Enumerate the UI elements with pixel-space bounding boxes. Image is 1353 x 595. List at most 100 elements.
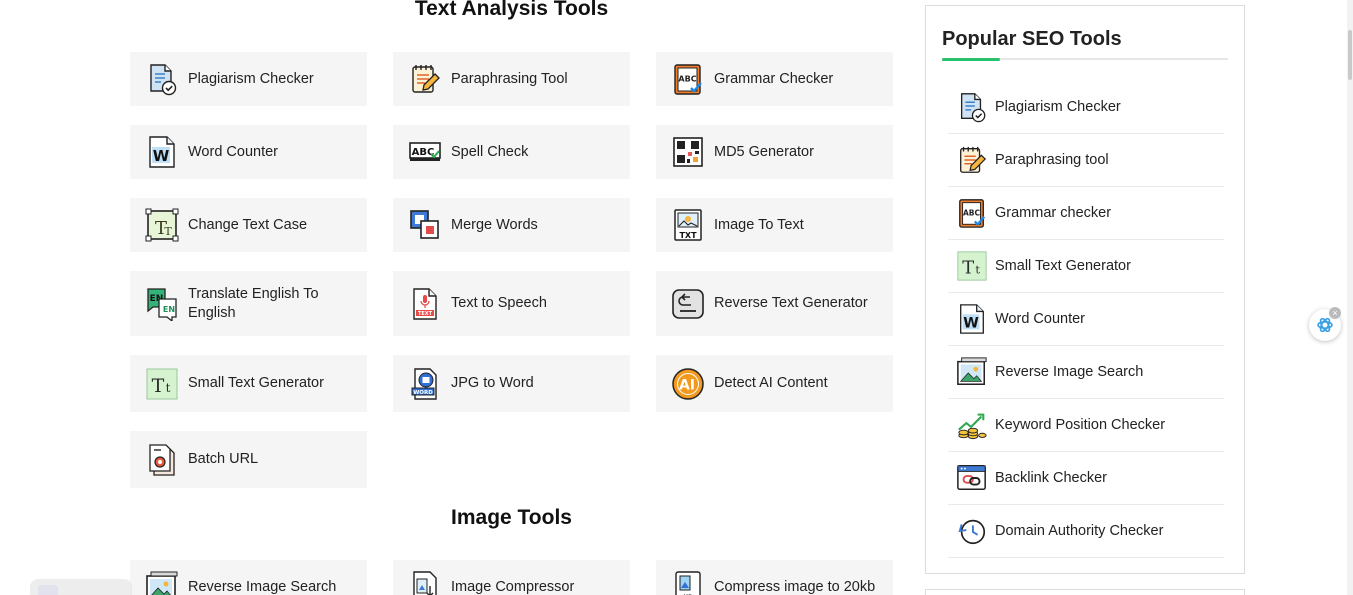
- tool-label: Word Counter: [188, 143, 278, 160]
- ai-detect-icon: AI: [672, 367, 704, 400]
- jpg-word-icon: WORD: [411, 367, 437, 400]
- tool-card-grammar-checker[interactable]: ABC Grammar Checker: [656, 52, 893, 106]
- scrollbar-thumb[interactable]: [1348, 30, 1352, 80]
- sidebar-item-small-text-generator[interactable]: Tt Small Text Generator: [948, 240, 1224, 293]
- page-scrollbar[interactable]: [1347, 0, 1353, 595]
- tool-label: Image To Text: [714, 216, 804, 233]
- svg-text:TXT: TXT: [679, 231, 697, 240]
- tool-card-image-to-text[interactable]: TXT Image To Text: [656, 198, 893, 252]
- notepad-pencil-icon: [412, 65, 440, 93]
- section-title-text-analysis: Text Analysis Tools: [414, 0, 609, 20]
- svg-text:ABC: ABC: [963, 208, 981, 217]
- sidebar-item-label: Grammar checker: [995, 205, 1112, 221]
- overlay-badge: [30, 579, 132, 595]
- sidebar-item-backlink-checker[interactable]: Backlink Checker: [948, 452, 1224, 505]
- reverse-arrow-icon: [672, 288, 704, 319]
- tool-label: Change Text Case: [188, 216, 308, 233]
- image-20kb-icon: KB: [675, 571, 701, 595]
- tool-label: Spell Check: [451, 143, 529, 160]
- tool-label: Reverse Text Generator: [714, 295, 868, 311]
- tool-card-spell-check[interactable]: ABC Spell Check: [393, 125, 630, 179]
- sidebar-item-word-counter[interactable]: W Word Counter: [948, 293, 1224, 346]
- notepad-pencil-icon: [960, 146, 987, 173]
- link-browser-icon: [957, 465, 986, 491]
- widget-close-icon[interactable]: ×: [1329, 307, 1341, 319]
- translate-en-icon: ENEN: [147, 287, 177, 321]
- tool-card-plagiarism-checker[interactable]: Plagiarism Checker: [130, 52, 367, 106]
- image-compress-icon: [413, 571, 437, 595]
- sidebar-item-label: Word Counter: [995, 311, 1085, 327]
- qr-code-icon: [673, 137, 703, 167]
- document-check-icon: [150, 64, 177, 96]
- tool-card-merge-words[interactable]: Merge Words: [393, 198, 630, 252]
- page: Text Analysis Tools Plagiarism Checker Pa…: [0, 0, 1353, 595]
- tool-card-change-text-case[interactable]: T T Change Text Case: [130, 198, 367, 252]
- abc-check-icon: ABC: [674, 64, 702, 95]
- svg-text:t: t: [975, 264, 980, 277]
- sidebar-item-label: Keyword Position Checker: [995, 417, 1166, 433]
- image-to-text-icon: TXT: [674, 209, 702, 241]
- tool-card-reverse-image-search[interactable]: Reverse Image Search: [130, 560, 367, 595]
- sidebar-item-label: Backlink Checker: [995, 470, 1108, 486]
- svg-text:ABC: ABC: [678, 75, 696, 84]
- tool-card-image-compressor[interactable]: Image Compressor: [393, 560, 630, 595]
- tool-card-paraphrasing-tool[interactable]: Paraphrasing Tool: [393, 52, 630, 106]
- tool-card-translate-english-to-english[interactable]: EN EN Translate English To English: [130, 271, 367, 336]
- assistant-widget-button[interactable]: ×: [1309, 307, 1341, 341]
- tool-card-detect-ai-content[interactable]: AI Detect AI Content: [656, 355, 893, 412]
- svg-text:WORD: WORD: [413, 390, 433, 396]
- tool-card-batch-url[interactable]: Batch URL: [130, 431, 367, 488]
- tool-label: Translate English To English: [188, 285, 319, 321]
- svg-text:ABC: ABC: [412, 147, 435, 158]
- abc-check-icon: ABC: [959, 199, 986, 228]
- small-text-icon: Tt: [146, 368, 178, 399]
- sidebar-item-label: Domain Authority Checker: [995, 523, 1164, 539]
- growth-chart-icon: [958, 413, 987, 440]
- sidebar-list: Plagiarism Checker Paraphrasing tool ABC Gr…: [948, 81, 1224, 558]
- word-document-icon: W: [960, 304, 984, 334]
- sidebar-title: Popular SEO Tools: [942, 28, 1122, 50]
- tool-label: Reverse Image Search: [188, 578, 337, 595]
- tool-label: Batch URL: [188, 451, 259, 467]
- tool-card-word-counter[interactable]: W Word Counter: [130, 125, 367, 179]
- sidebar-item-plagiarism-checker[interactable]: Plagiarism Checker: [948, 81, 1224, 134]
- sidebar-item-label: Plagiarism Checker: [995, 99, 1121, 115]
- popular-seo-sidebar: Popular SEO Tools Plagiarism Checker Para…: [925, 5, 1245, 574]
- tool-label: MD5 Generator: [714, 143, 814, 160]
- badge-logo-icon: [38, 585, 58, 595]
- svg-text:T: T: [164, 225, 172, 238]
- sidebar-item-grammar-checker[interactable]: ABC Grammar checker: [948, 187, 1224, 240]
- text-speech-file-icon: TEXT: [413, 287, 437, 320]
- sidebar-item-paraphrasing-tool[interactable]: Paraphrasing tool: [948, 134, 1224, 187]
- tool-label: Detect AI Content: [714, 375, 828, 391]
- tool-card-small-text-generator[interactable]: Tt Small Text Generator: [130, 355, 367, 412]
- sidebar-item-label: Paraphrasing tool: [995, 152, 1109, 168]
- document-check-icon: [960, 93, 986, 123]
- tool-card-md5-generator[interactable]: MD5 Generator: [656, 125, 893, 179]
- text-tools-grid: Plagiarism Checker Paraphrasing Tool ABC Gr…: [130, 52, 893, 488]
- image-search-icon: [957, 357, 987, 385]
- tool-label: JPG to Word: [451, 375, 534, 391]
- tool-label: Paraphrasing Tool: [451, 70, 568, 87]
- tool-card-jpg-to-word[interactable]: WORD JPG to Word: [393, 355, 630, 412]
- tool-card-reverse-text-generator[interactable]: Reverse Text Generator: [656, 271, 893, 336]
- sidebar-item-keyword-position-checker[interactable]: Keyword Position Checker: [948, 399, 1224, 452]
- image-search-icon: [146, 571, 178, 595]
- sidebar-item-domain-authority-checker[interactable]: Domain Authority Checker: [948, 505, 1224, 558]
- image-tools-grid: Reverse Image Search Image Compressor KB Co…: [130, 560, 893, 595]
- svg-text:t: t: [166, 381, 171, 395]
- sidebar-item-reverse-image-search[interactable]: Reverse Image Search: [948, 346, 1224, 399]
- tool-label: Image Compressor: [451, 578, 575, 595]
- tool-label: Grammar Checker: [714, 70, 834, 87]
- svg-text:T: T: [152, 375, 165, 397]
- svg-text:W: W: [153, 147, 170, 165]
- tool-label: Merge Words: [451, 216, 538, 233]
- tool-label: Text to Speech: [451, 295, 547, 311]
- merge-squares-icon: [410, 210, 439, 239]
- svg-text:TEXT: TEXT: [418, 311, 433, 317]
- history-clock-icon: [958, 519, 986, 545]
- tool-card-compress-image-to-20kb[interactable]: KB Compress image to 20kb: [656, 560, 893, 595]
- tool-card-text-to-speech[interactable]: TEXT Text to Speech: [393, 271, 630, 336]
- word-document-icon: W: [149, 136, 175, 168]
- svg-text:T: T: [962, 258, 974, 279]
